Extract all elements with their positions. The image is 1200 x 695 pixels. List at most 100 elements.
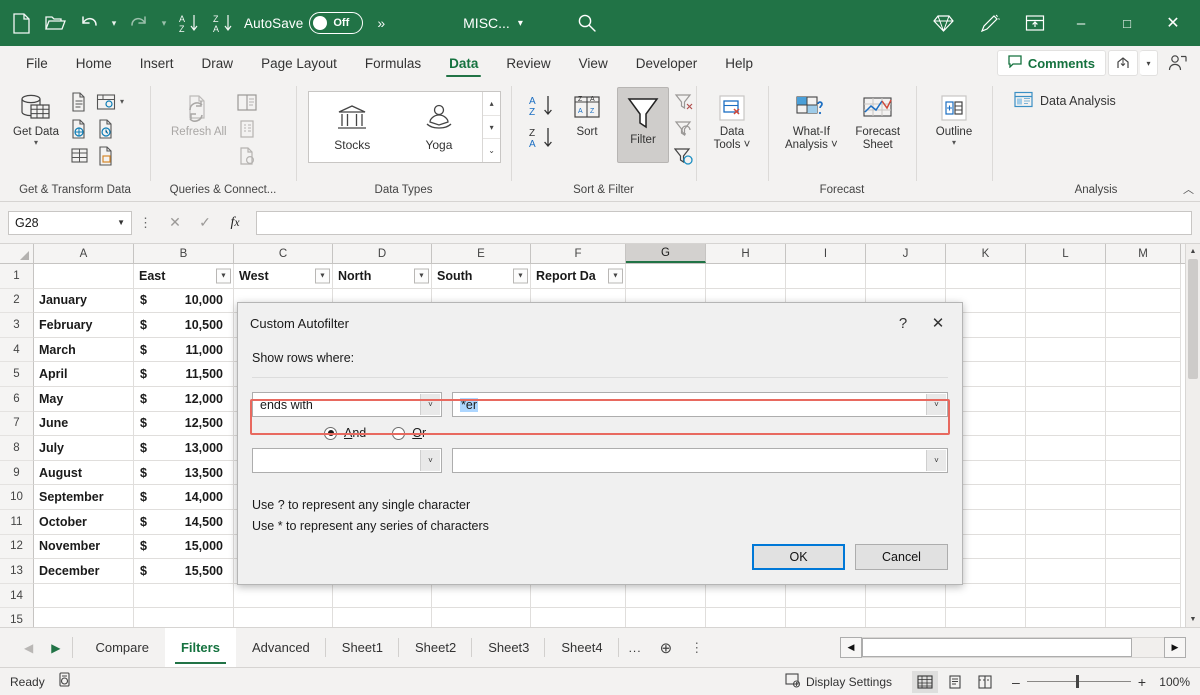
next-sheet-icon[interactable]: ▶ xyxy=(51,641,60,655)
tab-draw[interactable]: Draw xyxy=(188,46,248,80)
cell-M4[interactable] xyxy=(1106,338,1181,363)
forecast-sheet-button[interactable]: Forecast Sheet xyxy=(847,87,909,155)
redo-icon[interactable] xyxy=(122,6,156,40)
cell-A13[interactable]: December xyxy=(34,559,134,584)
dialog-help-icon[interactable]: ? xyxy=(888,306,918,340)
horizontal-scroll-thumb[interactable] xyxy=(862,638,1132,657)
sheet-tab-advanced[interactable]: Advanced xyxy=(236,628,326,667)
column-header-D[interactable]: D xyxy=(333,244,432,263)
cell-L1[interactable] xyxy=(1026,264,1106,289)
row-header-8[interactable]: 8 xyxy=(0,436,34,461)
cell-B9[interactable]: $ 13,500 xyxy=(134,461,234,486)
cell-L13[interactable] xyxy=(1026,559,1106,584)
from-picture-icon[interactable] xyxy=(93,89,119,115)
tab-developer[interactable]: Developer xyxy=(622,46,712,80)
cell-K15[interactable] xyxy=(946,608,1026,627)
display-settings-button[interactable]: Display Settings xyxy=(785,673,892,691)
row-header-15[interactable]: 15 xyxy=(0,608,34,627)
fx-icon[interactable]: fx xyxy=(220,211,250,235)
cell-M10[interactable] xyxy=(1106,485,1181,510)
criteria2-operator-chevron-icon[interactable]: ˅ xyxy=(420,450,440,471)
cell-L2[interactable] xyxy=(1026,289,1106,314)
accessibility-icon[interactable] xyxy=(57,672,73,691)
cell-A2[interactable]: January xyxy=(34,289,134,314)
advanced-filter-icon[interactable] xyxy=(671,143,697,169)
minimize-button[interactable]: – xyxy=(1058,0,1104,46)
search-button[interactable] xyxy=(577,13,597,33)
column-header-C[interactable]: C xyxy=(234,244,333,263)
gallery-scroll-down-icon[interactable]: ▾ xyxy=(483,116,500,140)
tab-formulas[interactable]: Formulas xyxy=(351,46,435,80)
cell-K1[interactable] xyxy=(946,264,1026,289)
new-file-icon[interactable] xyxy=(4,6,38,40)
cell-M5[interactable] xyxy=(1106,362,1181,387)
filter-dropdown-D1-icon[interactable]: ▼ xyxy=(414,268,429,283)
cell-M3[interactable] xyxy=(1106,313,1181,338)
select-all-corner[interactable] xyxy=(0,244,34,263)
row-header-3[interactable]: 3 xyxy=(0,313,34,338)
column-header-L[interactable]: L xyxy=(1026,244,1106,263)
cell-J1[interactable] xyxy=(866,264,946,289)
cell-A10[interactable]: September xyxy=(34,485,134,510)
data-types-scroll[interactable]: ▴ ▾ ⌄ xyxy=(482,92,500,162)
cell-A15[interactable] xyxy=(34,608,134,627)
normal-view-icon[interactable] xyxy=(912,671,938,693)
cell-L4[interactable] xyxy=(1026,338,1106,363)
cell-M7[interactable] xyxy=(1106,412,1181,437)
cell-F15[interactable] xyxy=(531,608,626,627)
column-header-F[interactable]: F xyxy=(531,244,626,263)
dialog-close-icon[interactable]: ✕ xyxy=(918,306,958,340)
collapse-ribbon-icon[interactable]: ︿ xyxy=(1183,181,1194,197)
user-share-icon[interactable] xyxy=(1160,50,1194,76)
cell-M13[interactable] xyxy=(1106,559,1181,584)
radio-and[interactable]: AAndnd xyxy=(324,426,366,440)
cell-B15[interactable] xyxy=(134,608,234,627)
row-header-6[interactable]: 6 xyxy=(0,387,34,412)
criteria1-operator-select[interactable]: ends with ˅ xyxy=(252,392,442,417)
row-header-1[interactable]: 1 xyxy=(0,264,34,289)
cell-L11[interactable] xyxy=(1026,510,1106,535)
column-header-A[interactable]: A xyxy=(34,244,134,263)
cell-G14[interactable] xyxy=(626,584,706,609)
cell-J14[interactable] xyxy=(866,584,946,609)
column-header-K[interactable]: K xyxy=(946,244,1026,263)
cell-L12[interactable] xyxy=(1026,535,1106,560)
more-commands-icon[interactable]: » xyxy=(377,15,385,31)
row-header-12[interactable]: 12 xyxy=(0,535,34,560)
open-folder-icon[interactable] xyxy=(38,6,72,40)
cell-A7[interactable]: June xyxy=(34,412,134,437)
cell-A8[interactable]: July xyxy=(34,436,134,461)
cell-B10[interactable]: $ 14,000 xyxy=(134,485,234,510)
cell-M2[interactable] xyxy=(1106,289,1181,314)
row-header-4[interactable]: 4 xyxy=(0,338,34,363)
column-header-J[interactable]: J xyxy=(866,244,946,263)
cell-J15[interactable] xyxy=(866,608,946,627)
cell-A12[interactable]: November xyxy=(34,535,134,560)
cell-A4[interactable]: March xyxy=(34,338,134,363)
data-tools-button[interactable]: Data Tools ˅ xyxy=(706,87,758,155)
outline-button[interactable]: Outline ▾ xyxy=(928,87,980,150)
cell-M1[interactable] xyxy=(1106,264,1181,289)
zoom-in-button[interactable]: + xyxy=(1138,674,1146,690)
hscroll-left-icon[interactable]: ◀ xyxy=(840,637,862,658)
cell-A5[interactable]: April xyxy=(34,362,134,387)
cell-L8[interactable] xyxy=(1026,436,1106,461)
tab-view[interactable]: View xyxy=(565,46,622,80)
cell-G15[interactable] xyxy=(626,608,706,627)
document-title-group[interactable]: MISC... ▾ xyxy=(463,15,523,31)
cell-B2[interactable]: $ 10,000 xyxy=(134,289,234,314)
zoom-slider[interactable]: – + xyxy=(1012,674,1146,690)
properties-icon[interactable] xyxy=(234,116,260,142)
cell-E1[interactable]: South ▼ xyxy=(432,264,531,289)
cell-C15[interactable] xyxy=(234,608,333,627)
cancel-button[interactable]: Cancel xyxy=(855,544,948,570)
cell-C14[interactable] xyxy=(234,584,333,609)
criteria1-value-input[interactable]: *er ˅ xyxy=(452,392,948,417)
gallery-expand-icon[interactable]: ⌄ xyxy=(483,139,500,162)
maximize-button[interactable]: □ xyxy=(1104,0,1150,46)
cell-A3[interactable]: February xyxy=(34,313,134,338)
cell-B11[interactable]: $ 14,500 xyxy=(134,510,234,535)
sort-ascending-icon[interactable]: AZ xyxy=(525,91,559,121)
vertical-scroll-thumb[interactable] xyxy=(1188,259,1198,379)
ok-button[interactable]: OK xyxy=(752,544,845,570)
